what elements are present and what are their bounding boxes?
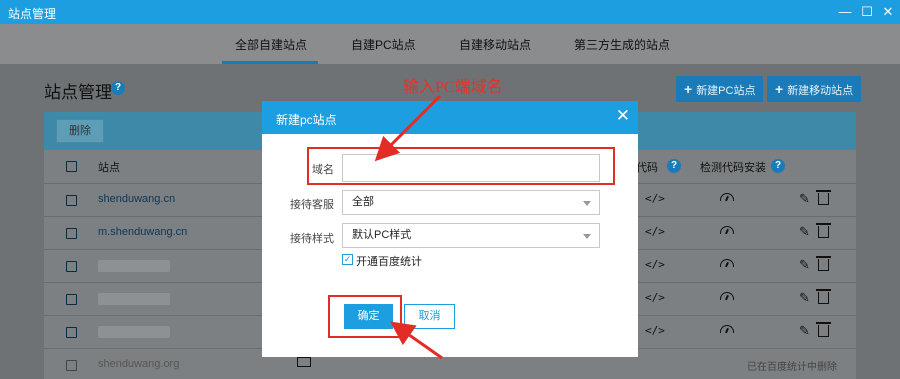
row-checkbox[interactable] bbox=[66, 261, 77, 272]
baidu-stats-label: 开通百度统计 bbox=[356, 256, 422, 268]
trash-icon[interactable] bbox=[816, 322, 831, 337]
gauge-icon[interactable] bbox=[720, 193, 734, 201]
code-icon[interactable]: </> bbox=[645, 258, 665, 271]
maximize-button[interactable]: ☐ bbox=[858, 3, 876, 21]
active-tab-indicator bbox=[222, 61, 318, 64]
dialog-title: 新建pc站点 bbox=[276, 113, 337, 127]
tab-third-party-sites[interactable]: 第三方生成的站点 bbox=[574, 36, 670, 53]
row-checkbox[interactable] bbox=[66, 294, 77, 305]
style-select[interactable]: 默认PC样式 bbox=[342, 223, 600, 248]
trash-icon[interactable] bbox=[816, 289, 831, 304]
gauge-icon[interactable] bbox=[720, 259, 734, 267]
row-checkbox[interactable] bbox=[66, 360, 77, 371]
pencil-icon[interactable]: ✎ bbox=[799, 224, 810, 240]
close-window-button[interactable]: ✕ bbox=[879, 3, 897, 21]
site-domain-link[interactable]: m.shenduwang.cn bbox=[98, 226, 187, 238]
pencil-icon[interactable]: ✎ bbox=[799, 323, 810, 339]
code-icon[interactable]: </> bbox=[645, 192, 665, 205]
row-checkbox[interactable] bbox=[66, 228, 77, 239]
new-mobile-site-button[interactable]: + 新建移动站点 bbox=[767, 76, 862, 102]
new-pc-site-button[interactable]: + 新建PC站点 bbox=[676, 76, 764, 102]
blurred-site-name bbox=[98, 293, 170, 305]
gauge-icon[interactable] bbox=[720, 292, 734, 300]
new-mobile-site-label: 新建移动站点 bbox=[787, 85, 854, 97]
plus-icon: + bbox=[684, 81, 693, 97]
close-icon[interactable]: ✕ bbox=[616, 106, 630, 126]
service-select[interactable]: 全部 bbox=[342, 190, 600, 215]
style-select-value: 默认PC样式 bbox=[352, 229, 412, 241]
style-label: 接待样式 bbox=[290, 233, 334, 245]
monitor-icon bbox=[297, 357, 311, 367]
chevron-down-icon bbox=[583, 234, 591, 239]
help-icon[interactable]: ? bbox=[111, 81, 125, 95]
minimize-button[interactable]: — bbox=[836, 3, 854, 21]
trash-icon[interactable] bbox=[816, 223, 831, 238]
help-icon[interactable]: ? bbox=[667, 159, 681, 173]
trash-icon[interactable] bbox=[816, 256, 831, 271]
pencil-icon[interactable]: ✎ bbox=[799, 257, 810, 273]
row-checkbox[interactable] bbox=[66, 195, 77, 206]
blurred-site-name bbox=[98, 326, 170, 338]
tab-all-sites[interactable]: 全部自建站点 bbox=[235, 36, 307, 53]
column-site: 站点 bbox=[98, 162, 120, 174]
trash-icon[interactable] bbox=[816, 190, 831, 205]
pencil-icon[interactable]: ✎ bbox=[799, 290, 810, 306]
window-title: 站点管理 bbox=[8, 7, 57, 21]
code-icon[interactable]: </> bbox=[645, 324, 665, 337]
baidu-stats-checkbox[interactable]: ✓ bbox=[342, 254, 353, 265]
column-code: 代码 bbox=[636, 162, 658, 174]
tab-mobile-sites[interactable]: 自建移动站点 bbox=[459, 36, 531, 53]
site-tabs: 全部自建站点 自建PC站点 自建移动站点 第三方生成的站点 bbox=[0, 24, 900, 64]
annotation-text: 输入PC端域名 bbox=[403, 79, 503, 96]
domain-highlight-box bbox=[307, 147, 615, 185]
gauge-icon[interactable] bbox=[720, 325, 734, 333]
deleted-note: 已在百度统计中删除 bbox=[747, 362, 837, 373]
pencil-icon[interactable]: ✎ bbox=[799, 191, 810, 207]
title-bar: 站点管理 — ☐ ✕ bbox=[0, 0, 900, 24]
dialog-header: 新建pc站点 ✕ bbox=[262, 101, 638, 134]
page-title: 站点管理 bbox=[44, 83, 112, 102]
service-label: 接待客服 bbox=[290, 199, 334, 211]
delete-button[interactable]: 删除 bbox=[56, 119, 104, 143]
gauge-icon[interactable] bbox=[720, 226, 734, 234]
new-pc-site-dialog: 新建pc站点 ✕ 域名 接待客服 全部 接待样式 默认PC样式 ✓ 开通百度统计… bbox=[262, 101, 638, 357]
row-checkbox[interactable] bbox=[66, 327, 77, 338]
blurred-site-name bbox=[98, 260, 170, 272]
code-icon[interactable]: </> bbox=[645, 291, 665, 304]
service-select-value: 全部 bbox=[352, 196, 374, 208]
help-icon[interactable]: ? bbox=[771, 159, 785, 173]
select-all-checkbox[interactable] bbox=[66, 161, 77, 172]
chevron-down-icon bbox=[583, 201, 591, 206]
site-domain-link[interactable]: shenduwang.cn bbox=[98, 193, 175, 205]
tab-pc-sites[interactable]: 自建PC站点 bbox=[351, 36, 416, 53]
new-pc-site-label: 新建PC站点 bbox=[696, 85, 756, 97]
site-domain-text: shenduwang.org bbox=[98, 358, 180, 370]
confirm-highlight-box bbox=[328, 295, 402, 338]
cancel-button[interactable]: 取消 bbox=[404, 304, 455, 329]
column-check-install: 检测代码安装 bbox=[700, 162, 766, 174]
plus-icon: + bbox=[775, 81, 784, 97]
code-icon[interactable]: </> bbox=[645, 225, 665, 238]
